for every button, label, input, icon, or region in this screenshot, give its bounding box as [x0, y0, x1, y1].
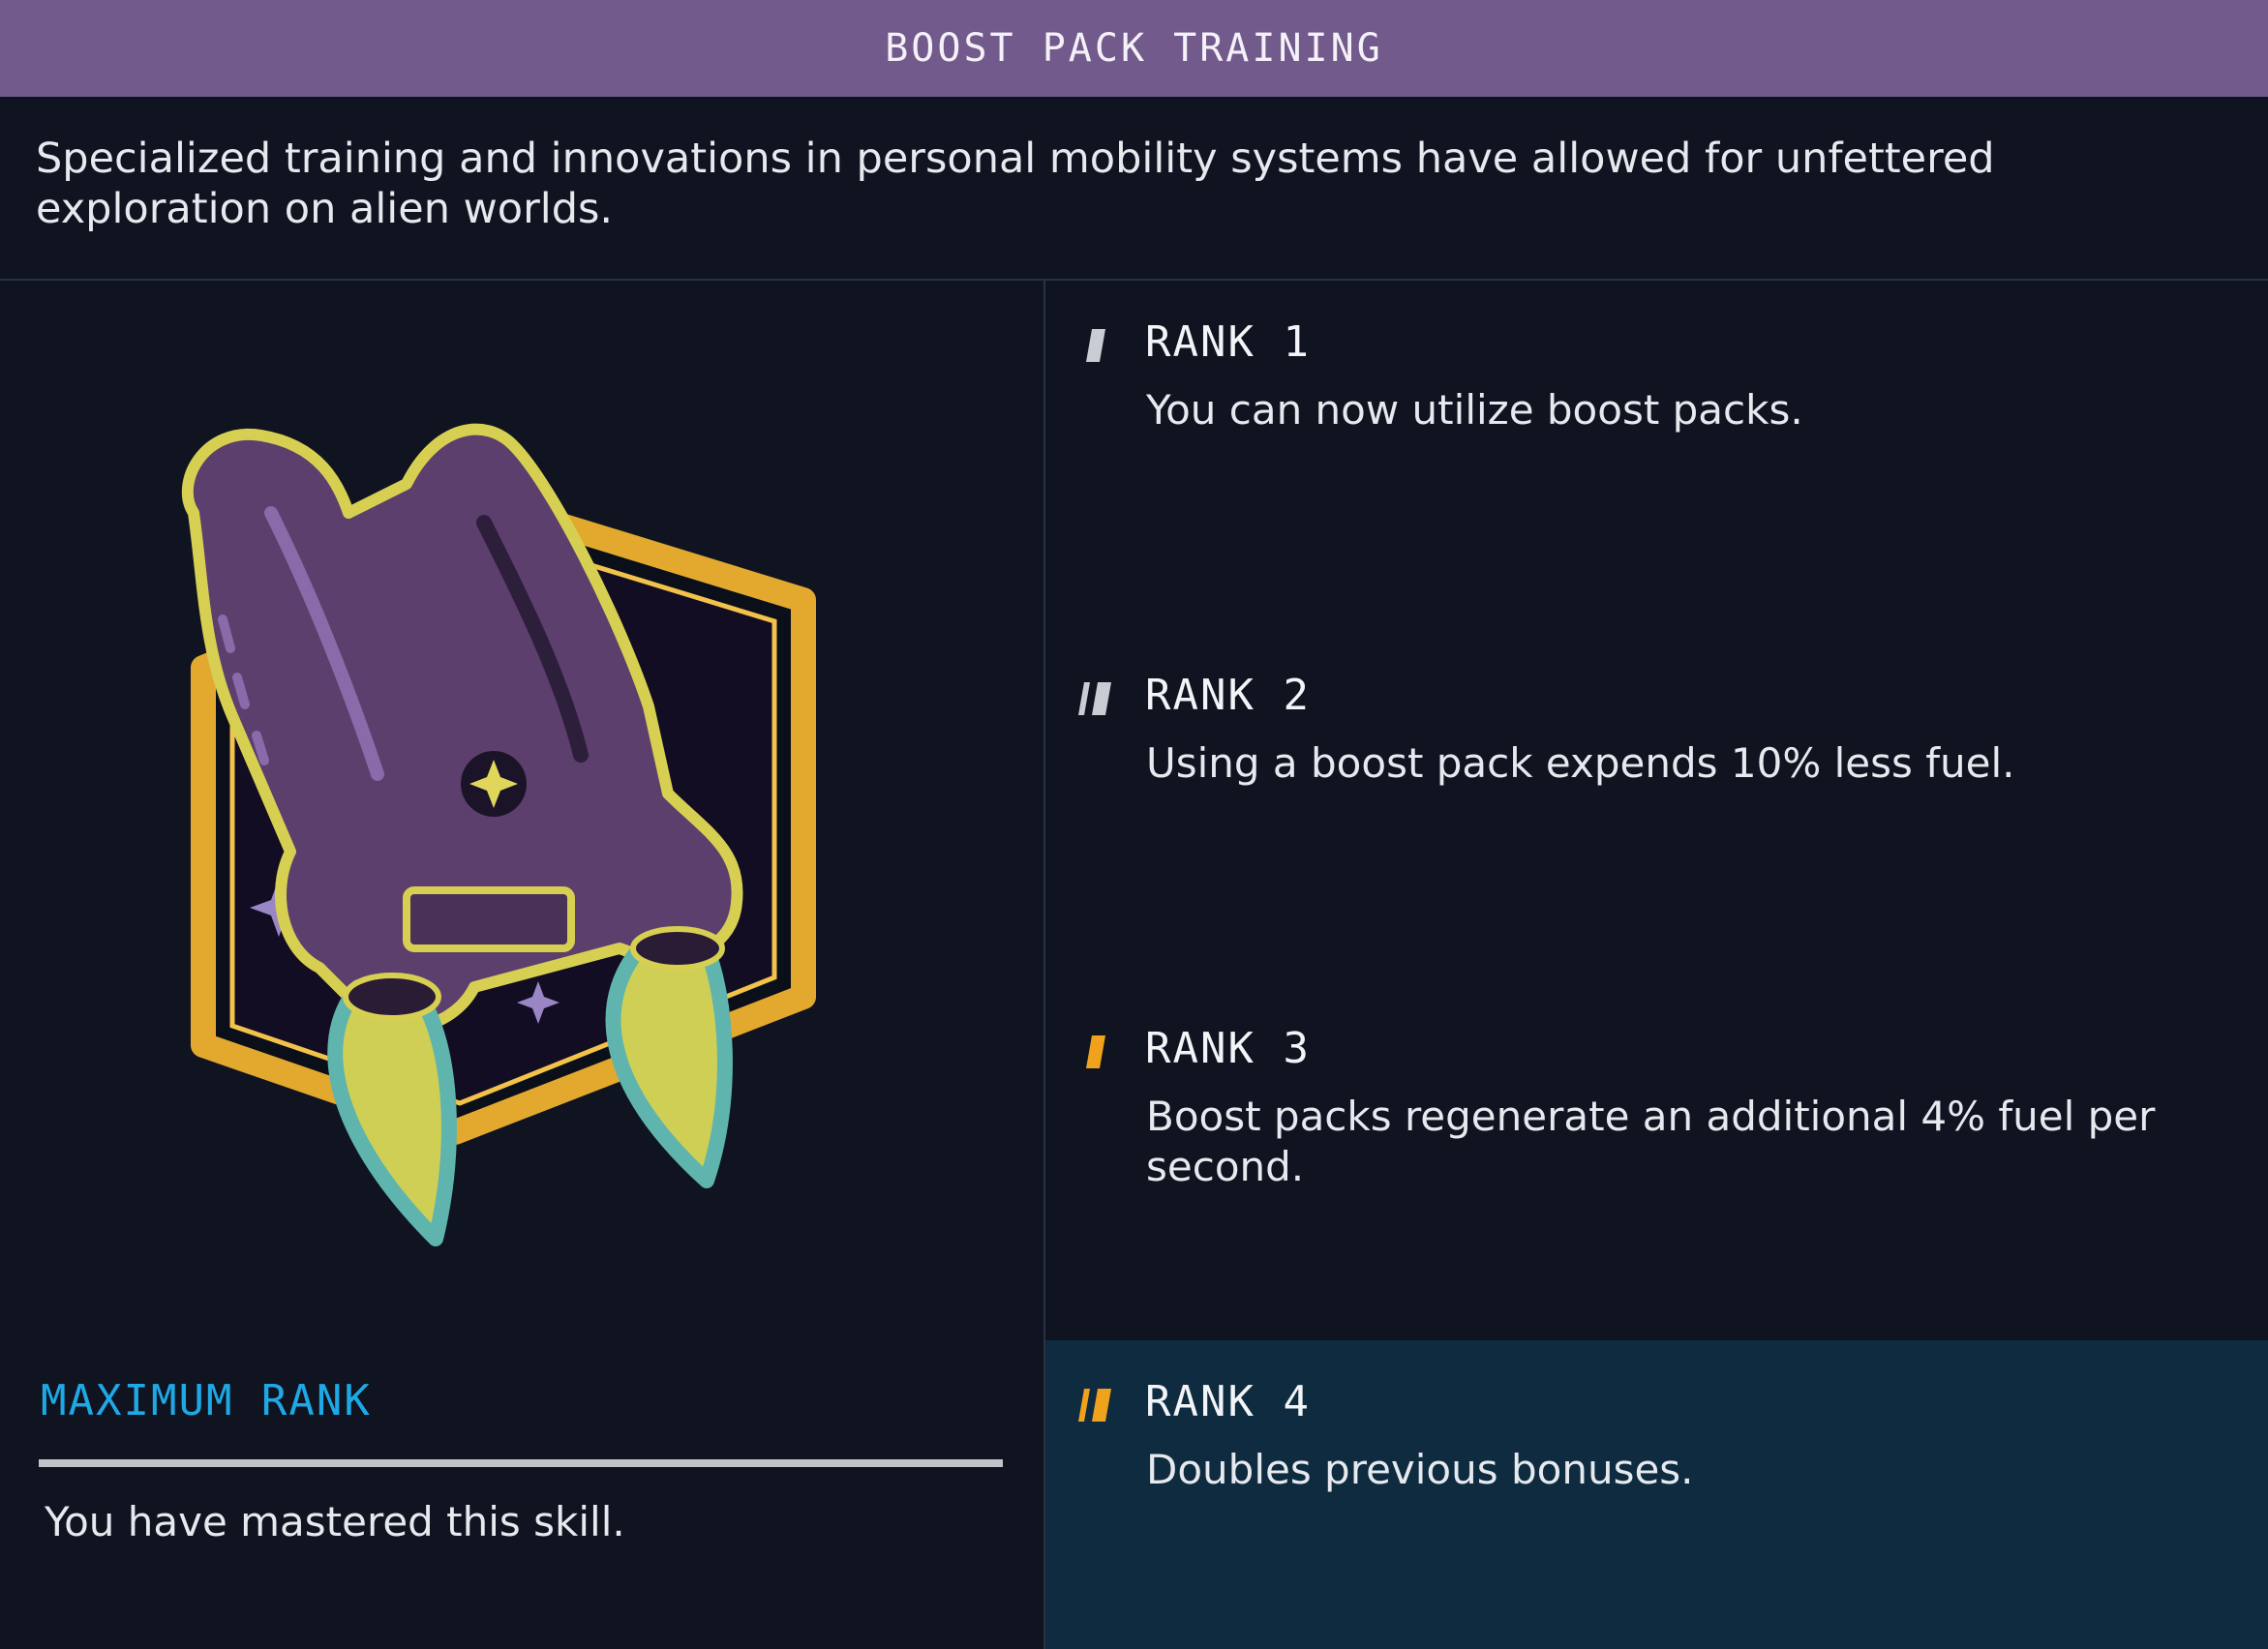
mastered-message: You have mastered this skill. — [45, 1498, 625, 1545]
skill-description: Specialized training and innovations in … — [36, 135, 1995, 233]
rank-row-2[interactable]: RANK 2 Using a boost pack expends 10% le… — [1045, 634, 2268, 987]
rank-2-icon — [1078, 682, 1111, 715]
rank-title: RANK 1 — [1145, 317, 1311, 367]
rank-title: RANK 2 — [1145, 671, 1311, 720]
rank-1-icon — [1086, 329, 1105, 362]
rank-title: RANK 4 — [1145, 1377, 1311, 1426]
rank-progress-bar — [39, 1459, 1003, 1467]
header-bar: BOOST PACK TRAINING — [0, 0, 2268, 97]
rank-description: Using a boost pack expends 10% less fuel… — [1146, 739, 2015, 787]
rank-description: Boost packs regenerate an additional 4% … — [1146, 1093, 2156, 1190]
rank-row-4[interactable]: RANK 4 Doubles previous bonuses. — [1045, 1340, 2268, 1649]
rank-row-3[interactable]: RANK 3 Boost packs regenerate an additio… — [1045, 987, 2268, 1340]
boost-pack-emblem-icon — [181, 423, 816, 1246]
rank-3-icon — [1086, 1035, 1105, 1068]
rank-row-1[interactable]: RANK 1 You can now utilize boost packs. — [1045, 281, 2268, 634]
maximum-rank-label: MAXIMUM RANK — [41, 1376, 372, 1425]
rank-progress-fill — [39, 1459, 1003, 1467]
rank-4-icon — [1078, 1389, 1111, 1422]
rank-description: Doubles previous bonuses. — [1146, 1446, 1694, 1493]
rank-description: You can now utilize boost packs. — [1146, 386, 1803, 434]
rank-title: RANK 3 — [1145, 1024, 1311, 1073]
skill-title: BOOST PACK TRAINING — [885, 26, 1383, 71]
